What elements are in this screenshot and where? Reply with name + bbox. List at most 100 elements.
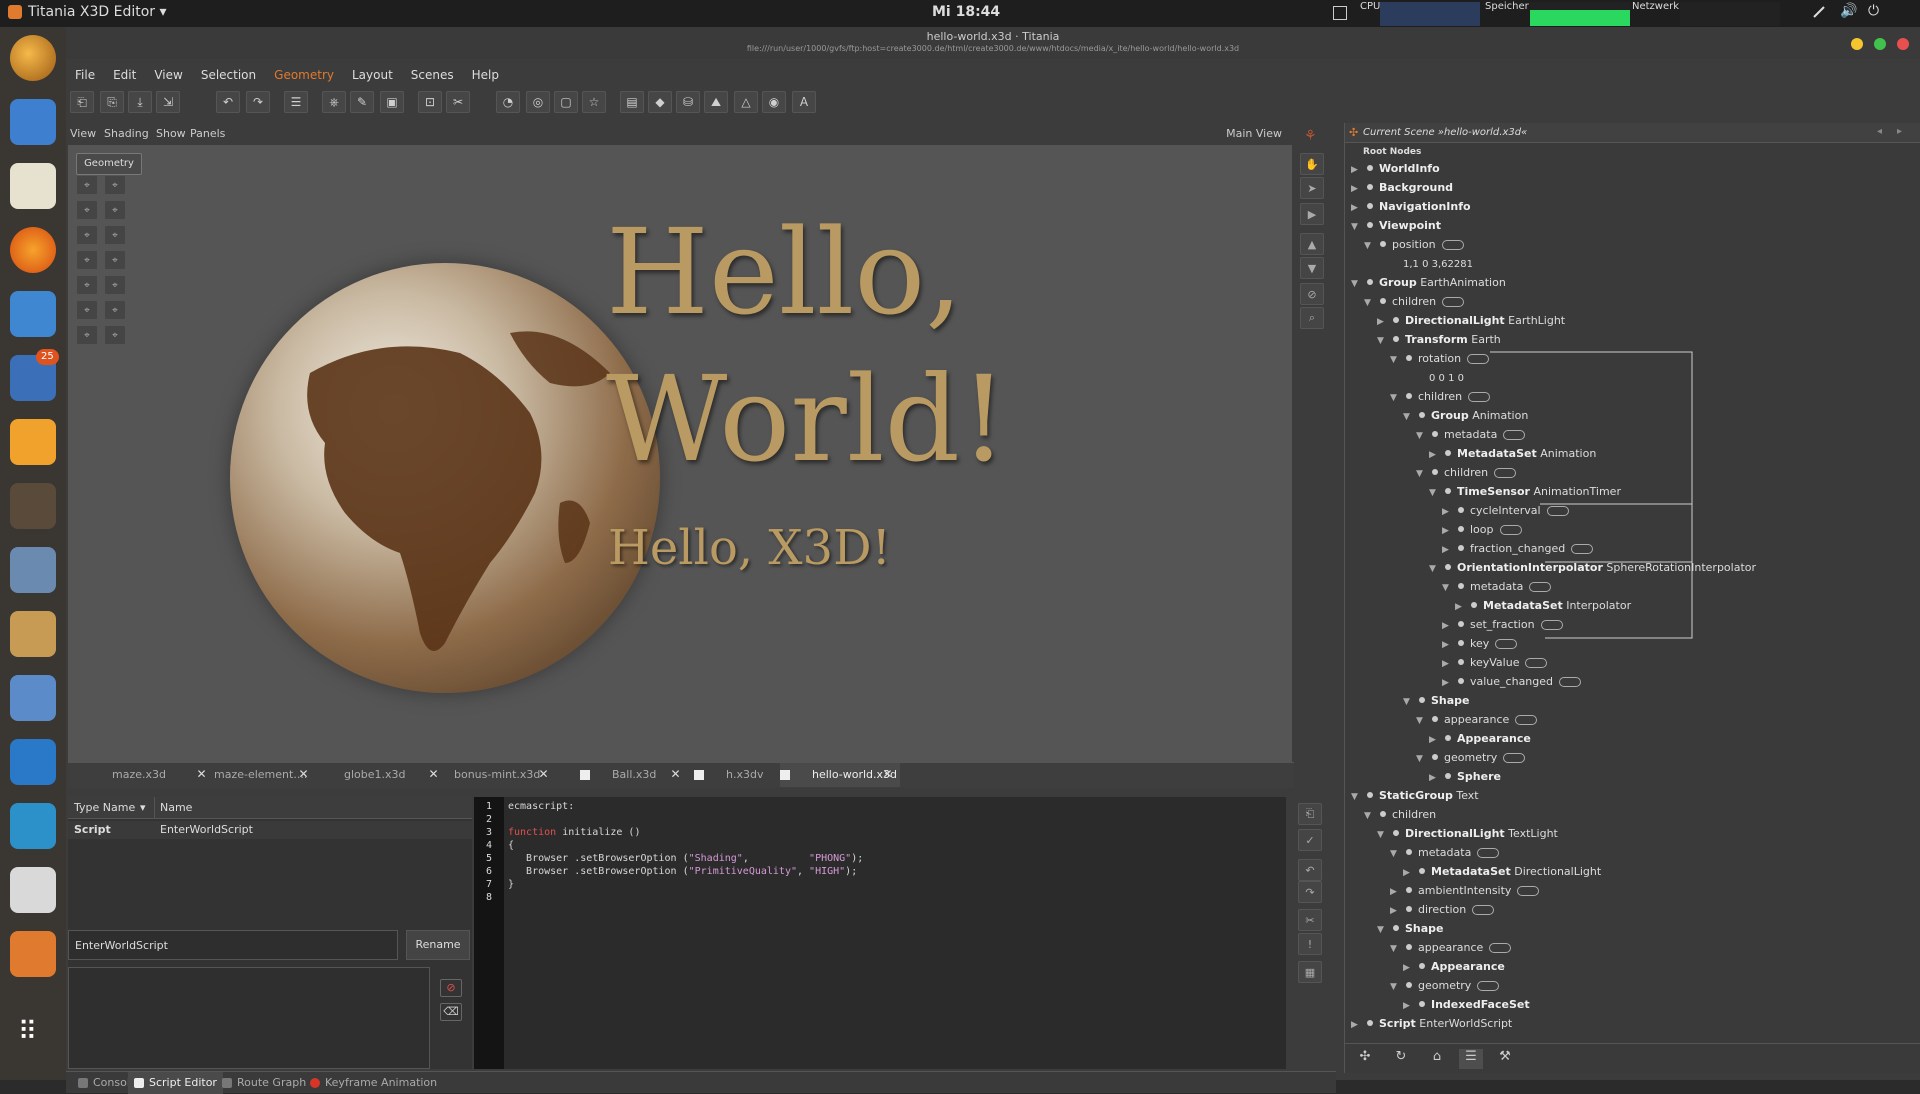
search-icon[interactable] (10, 35, 56, 81)
sphere-icon[interactable]: ◎ (526, 91, 550, 113)
close-tab-icon[interactable]: ✕ (537, 768, 550, 781)
menu-scenes[interactable]: Scenes (402, 65, 463, 85)
tree-node[interactable]: ▶ Script EnterWorldScript (1351, 1014, 1512, 1033)
bottom-tab-script-editor[interactable]: Script Editor (128, 1072, 223, 1094)
brush-icon[interactable]: ⌖ (104, 175, 126, 195)
home-icon[interactable]: ⌂ (1425, 1049, 1449, 1069)
file-tab[interactable]: Ball.x3d ✕ (580, 763, 688, 787)
bottom-tab-keyframe-animation[interactable]: Keyframe Animation (304, 1072, 443, 1094)
select-icon[interactable]: ⌖ (76, 175, 98, 195)
flip-icon[interactable]: ⌖ (76, 300, 98, 320)
undo-icon[interactable]: ↶ (1298, 859, 1322, 881)
tree-node[interactable]: ▼ StaticGroup Text (1351, 786, 1479, 805)
collapse-arrow-icon[interactable]: ▼ (1364, 237, 1378, 256)
tree-node[interactable]: ▼ Transform Earth (1377, 330, 1501, 349)
tree-node[interactable]: ▶ Appearance (1403, 957, 1505, 976)
tree-field[interactable]: ▶ keyValue (1442, 653, 1548, 672)
star-icon[interactable]: ☆ (582, 91, 606, 113)
tree-node[interactable]: ▼ Group EarthAnimation (1351, 273, 1506, 292)
collapse-arrow-icon[interactable]: ▼ (1429, 484, 1443, 503)
close-tab-icon[interactable]: ✕ (881, 768, 894, 781)
undo-icon[interactable]: ↶ (216, 91, 240, 113)
tree-field[interactable]: ▶ ambientIntensity (1390, 881, 1540, 900)
collapse-arrow-icon[interactable]: ▼ (1416, 465, 1430, 484)
route-connector-icon[interactable] (1494, 468, 1517, 478)
tree-node[interactable]: ▶ IndexedFaceSet (1403, 995, 1530, 1014)
knife-icon[interactable]: ✂ (446, 91, 470, 113)
route-connector-icon[interactable] (1495, 639, 1518, 649)
collapse-arrow-icon[interactable]: ▼ (1390, 351, 1404, 370)
tree-field[interactable]: ▼ children (1364, 805, 1436, 824)
geometry-tools-tab[interactable]: Geometry (76, 153, 142, 175)
redo-icon[interactable]: ↷ (1298, 881, 1322, 903)
tree-field[interactable]: ▼ position (1364, 235, 1464, 254)
drop-icon[interactable]: ◆ (648, 91, 672, 113)
hammer-icon[interactable]: ⌖ (104, 325, 126, 345)
tree-node[interactable]: ▼ Viewpoint (1351, 216, 1441, 235)
3d-viewport[interactable]: Geometry ⌖ ⌖ ⌖ ⌖ ⌖ ⌖ ⌖ ⌖ ⌖ ⌖ ⌖ ⌖ ⌖ ⌖ Hello, World! He… (68, 145, 1292, 763)
tree-field[interactable]: ▶ loop (1442, 520, 1522, 539)
tree-node[interactable]: ▶ WorldInfo (1351, 159, 1440, 178)
bluefish-icon[interactable] (10, 419, 56, 465)
menu-layout[interactable]: Layout (343, 65, 402, 85)
viewport-menu-view[interactable]: View (70, 127, 96, 140)
tree-field[interactable]: ▼ metadata (1390, 843, 1500, 862)
tree-node[interactable]: ▼ Shape (1377, 919, 1444, 938)
tree-field[interactable]: ▶ key (1442, 634, 1518, 653)
collapse-arrow-icon[interactable]: ▼ (1364, 807, 1378, 826)
move-icon[interactable]: ✣ (1353, 1049, 1377, 1069)
face-icon[interactable]: ⌖ (76, 225, 98, 245)
route-connector-icon[interactable] (1477, 848, 1500, 858)
select-arrow-icon[interactable]: ➤ (1300, 177, 1324, 199)
collapse-arrow-icon[interactable]: ▼ (1390, 389, 1404, 408)
file-manager-icon[interactable] (10, 99, 56, 145)
frame-icon[interactable]: ⊡ (418, 91, 442, 113)
route-connector-icon[interactable] (1472, 905, 1495, 915)
viewport-menu-shading[interactable]: Shading (104, 127, 149, 140)
mirror-icon[interactable]: ⌖ (104, 300, 126, 320)
clock[interactable]: Mi 18:44 (932, 4, 1000, 20)
merge-icon[interactable]: ⌖ (104, 275, 126, 295)
viewport-menu-show[interactable]: Show (156, 127, 186, 140)
sort-chevron-icon[interactable]: ▾ (140, 801, 146, 814)
stop-record-icon[interactable]: ⊘ (1300, 283, 1324, 305)
collapse-arrow-icon[interactable]: ▼ (1390, 940, 1404, 959)
collapse-arrow-icon[interactable]: ▼ (1377, 921, 1391, 940)
route-connector-icon[interactable] (1503, 753, 1526, 763)
menu-view[interactable]: View (145, 65, 191, 85)
cone-icon[interactable]: ◔ (496, 91, 520, 113)
route-connector-icon[interactable] (1468, 392, 1491, 402)
zoom-icon[interactable]: ⌕ (1300, 307, 1324, 329)
bottom-tab-route-graph[interactable]: Route Graph (216, 1072, 312, 1094)
check-icon[interactable]: ✓ (1298, 829, 1322, 851)
route-connector-icon[interactable] (1540, 620, 1563, 630)
paint-icon[interactable] (10, 547, 56, 593)
tree-node[interactable]: ▶ Sphere (1429, 767, 1501, 786)
collapse-arrow-icon[interactable]: ▼ (1442, 579, 1456, 598)
split-icon[interactable]: ⌖ (76, 275, 98, 295)
extrude-icon[interactable]: ⌖ (76, 250, 98, 270)
menu-file[interactable]: File (66, 65, 104, 85)
collapse-arrow-icon[interactable]: ▼ (1364, 294, 1378, 313)
tree-field[interactable]: ▼ geometry (1416, 748, 1526, 767)
tree-field[interactable]: ▶ fraction_changed (1442, 539, 1594, 558)
tree-field[interactable]: ▼ metadata (1442, 577, 1552, 598)
collapse-arrow-icon[interactable]: ▼ (1377, 826, 1391, 845)
redo-icon[interactable]: ↷ (246, 91, 270, 113)
play-icon[interactable]: ▶ (1300, 203, 1324, 225)
tree-value[interactable]: 0 0 1 0 (1403, 368, 1464, 387)
settings-icon[interactable]: ▦ (1298, 961, 1322, 983)
tree-field[interactable]: ▼ appearance (1416, 710, 1538, 729)
viewport-menu-panels[interactable]: Panels (190, 127, 225, 140)
route-connector-icon[interactable] (1517, 886, 1540, 896)
next-scene-icon[interactable]: ▸ (1897, 126, 1902, 137)
col-name[interactable]: Name (160, 801, 192, 814)
power-icon[interactable]: ⏻ (1868, 3, 1879, 19)
tree-value[interactable]: 1,1 0 3,62281 (1377, 254, 1473, 273)
mountain-icon[interactable]: ⛰ (704, 91, 728, 113)
scale-icon[interactable]: ⌖ (104, 250, 126, 270)
tree-node[interactable]: ▶ MetadataSet Interpolator (1455, 596, 1631, 615)
edge-icon[interactable]: ⌖ (104, 200, 126, 220)
collapse-arrow-icon[interactable]: ▼ (1377, 332, 1391, 351)
firefox-icon[interactable] (10, 227, 56, 273)
